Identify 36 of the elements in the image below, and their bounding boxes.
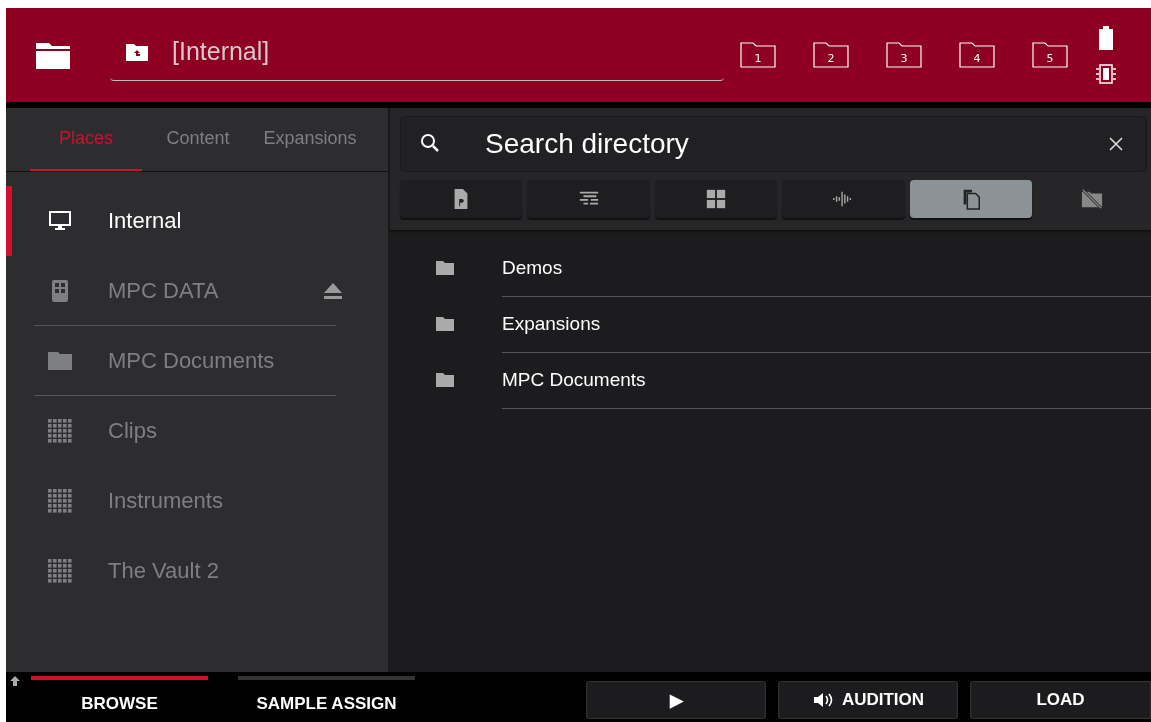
quick-folder-button[interactable]: 2 [813,42,849,68]
quick-folder-button[interactable]: 5 [1032,42,1068,68]
battery-icon [1099,26,1113,50]
grid-icon [48,489,72,513]
quick-folder-button[interactable]: 4 [959,42,995,68]
grid-icon [704,188,728,210]
play-button[interactable]: ▶ [586,681,766,719]
mode-tab[interactable]: SAMPLE ASSIGN [238,676,415,722]
file-row[interactable]: Expansions [390,296,1151,352]
folder-icon [436,317,454,331]
folder-icon [436,373,454,387]
speaker-icon [811,692,834,708]
path-text: [Internal] [172,37,270,66]
path-field[interactable]: [Internal] [110,23,724,81]
monitor-icon [48,209,72,233]
search-field[interactable]: Search directory [400,116,1147,172]
mode-tab[interactable]: BROWSE [31,676,208,722]
crossed-folder-icon [1080,188,1105,210]
load-button[interactable]: LOAD [970,681,1151,719]
quick-folder-button[interactable]: 3 [886,42,922,68]
audition-button[interactable]: AUDITION [778,681,958,719]
search-input[interactable]: Search directory [483,127,1064,161]
grid-icon [48,419,72,443]
eject-icon[interactable] [324,283,342,299]
grid-icon [48,559,72,583]
quick-folder-button[interactable]: 1 [740,42,776,68]
filter-button[interactable] [400,180,523,218]
folder-icon [436,261,454,275]
shift-arrow-icon [10,676,20,686]
memory-card-icon [1096,64,1116,84]
folder-icon [48,349,72,373]
file-row[interactable]: Demos [390,240,1151,296]
filter-button[interactable] [909,180,1033,218]
file-row[interactable]: MPC Documents [390,352,1151,408]
filter-button[interactable] [654,180,778,218]
folder-icon[interactable] [36,41,70,69]
